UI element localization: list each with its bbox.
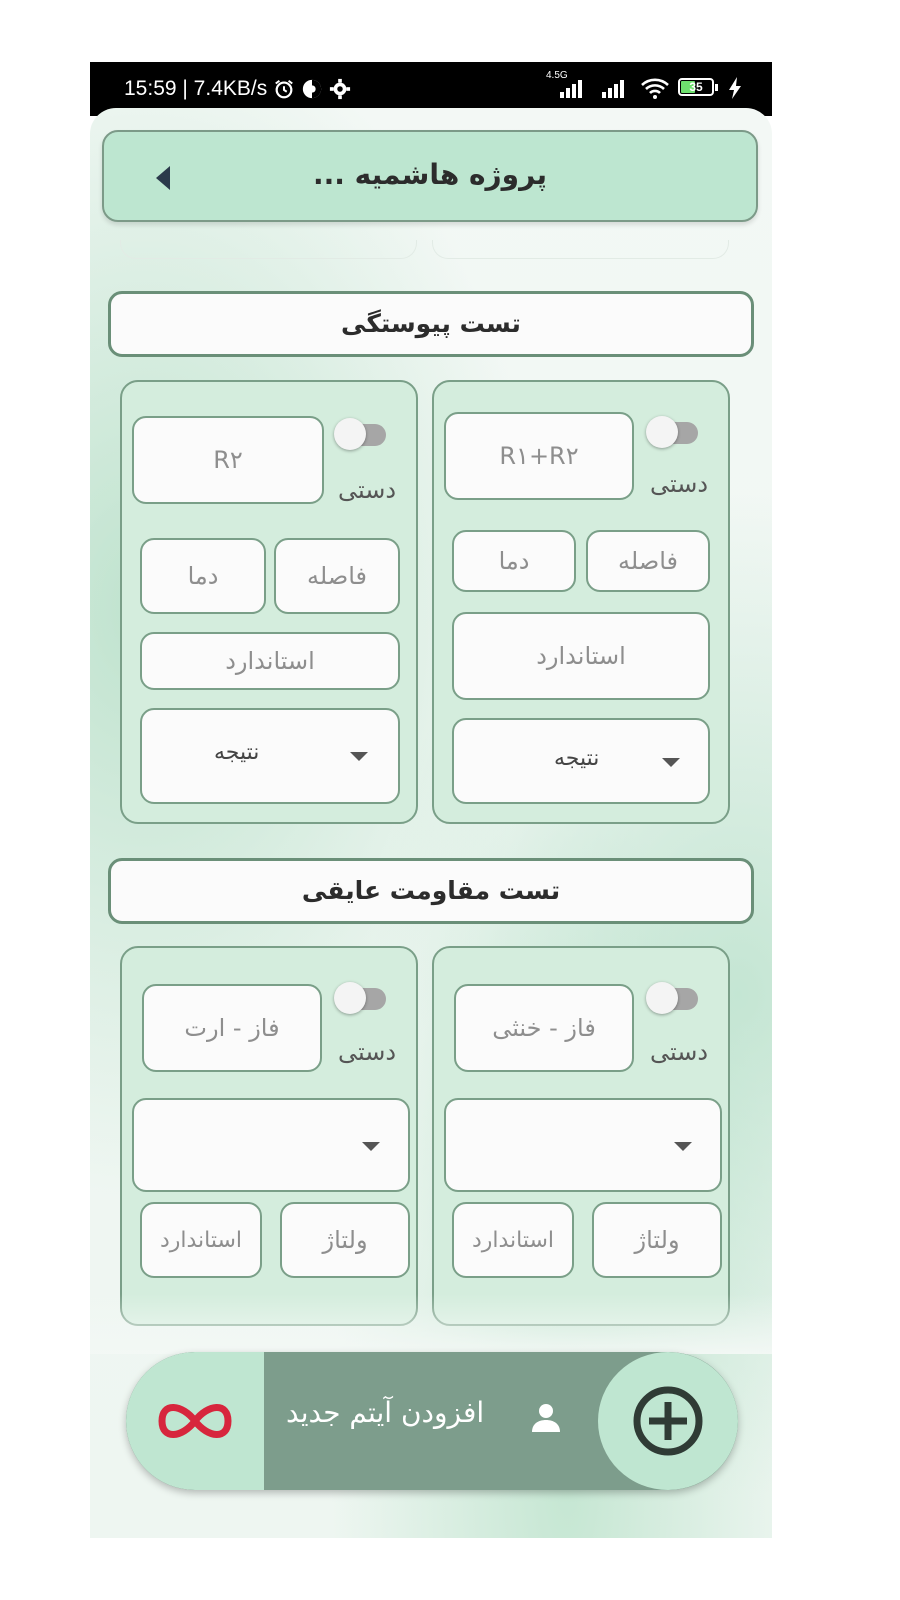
gear-icon — [330, 78, 351, 100]
add-new-item-label[interactable]: افزودن آیتم جدید — [286, 1396, 484, 1429]
standard-input[interactable]: استاندارد — [140, 632, 400, 690]
chevron-down-icon — [662, 758, 680, 767]
insulation-card-phase-earth: دستی فاز - ارت ولتاژ استاندارد — [120, 946, 418, 1326]
manual-toggle[interactable] — [646, 416, 700, 448]
status-right: 4.5G 35 — [546, 70, 742, 100]
page-title: پروژه هاشمیه ... — [312, 158, 548, 191]
infinity-logo-icon — [158, 1404, 232, 1438]
temperature-input[interactable]: دما — [452, 530, 576, 592]
scroll-fade — [90, 1294, 772, 1354]
logo-button[interactable] — [126, 1352, 264, 1490]
result-dropdown[interactable]: نتیجه — [452, 718, 710, 804]
phase-neutral-input[interactable]: فاز - خنثی — [454, 984, 634, 1072]
r1r2-input[interactable]: R۱+R۲ — [444, 412, 634, 500]
chevron-down-icon — [350, 752, 368, 761]
signal-4g-icon: 4.5G — [546, 70, 590, 100]
distance-input[interactable]: فاصله — [586, 530, 710, 592]
charging-icon — [729, 77, 741, 99]
r2-input[interactable]: R۲ — [132, 416, 324, 504]
voltage-input[interactable]: ولتاژ — [280, 1202, 410, 1278]
alarm-icon — [275, 79, 294, 99]
standard-input[interactable]: استاندارد — [452, 1202, 574, 1278]
bottom-action-bar: افزودن آیتم جدید — [126, 1352, 738, 1490]
manual-toggle[interactable] — [334, 982, 388, 1014]
insulation-dropdown[interactable] — [444, 1098, 722, 1192]
standard-input[interactable]: استاندارد — [452, 612, 710, 700]
battery-icon: 35 — [678, 78, 720, 98]
chevron-down-icon — [362, 1142, 380, 1151]
continuity-card-r2: دستی R۲ فاصله دما استاندارد نتیجه — [120, 380, 418, 824]
battery-level: 35 — [689, 80, 703, 94]
manual-label: دستی — [338, 476, 397, 504]
wifi-icon — [641, 78, 669, 99]
phase-earth-input[interactable]: فاز - ارت — [142, 984, 322, 1072]
signal-icon — [602, 80, 624, 98]
person-icon — [532, 1404, 560, 1432]
insulation-card-phase-neutral: دستی فاز - خنثی ولتاژ استاندارد — [432, 946, 730, 1326]
insulation-dropdown[interactable] — [132, 1098, 410, 1192]
result-dropdown-label: نتیجه — [554, 746, 600, 771]
project-header: پروژه هاشمیه ... — [102, 130, 758, 222]
manual-label: دستی — [650, 1038, 709, 1066]
result-dropdown[interactable]: نتیجه — [140, 708, 400, 804]
data-saver-icon — [303, 79, 322, 99]
temperature-input[interactable]: دما — [140, 538, 266, 614]
section-title-insulation: تست مقاومت عایقی — [108, 858, 754, 924]
standard-input[interactable]: استاندارد — [140, 1202, 262, 1278]
distance-input[interactable]: فاصله — [274, 538, 400, 614]
status-left: 15:59 | 7.4KB/s — [124, 77, 351, 101]
status-time-speed: 15:59 | 7.4KB/s — [124, 77, 268, 100]
chevron-down-icon — [674, 1142, 692, 1151]
plus-circle-icon — [633, 1386, 703, 1456]
section-title-continuity: تست پیوستگی — [108, 291, 754, 357]
continuity-card-r1r2: دستی R۱+R۲ فاصله دما استاندارد نتیجه — [432, 380, 730, 824]
previous-card-edge — [432, 240, 729, 259]
manual-label: دستی — [338, 1038, 397, 1066]
phone-screen: 15:59 | 7.4KB/s 4.5G 35 پروژه هاشمیه ...… — [90, 62, 772, 1538]
manual-toggle[interactable] — [646, 982, 700, 1014]
manual-label: دستی — [650, 470, 709, 498]
add-item-button[interactable] — [598, 1352, 738, 1490]
previous-card-edge — [120, 240, 417, 259]
result-dropdown-label: نتیجه — [214, 740, 260, 765]
manual-toggle[interactable] — [334, 418, 388, 450]
voltage-input[interactable]: ولتاژ — [592, 1202, 722, 1278]
